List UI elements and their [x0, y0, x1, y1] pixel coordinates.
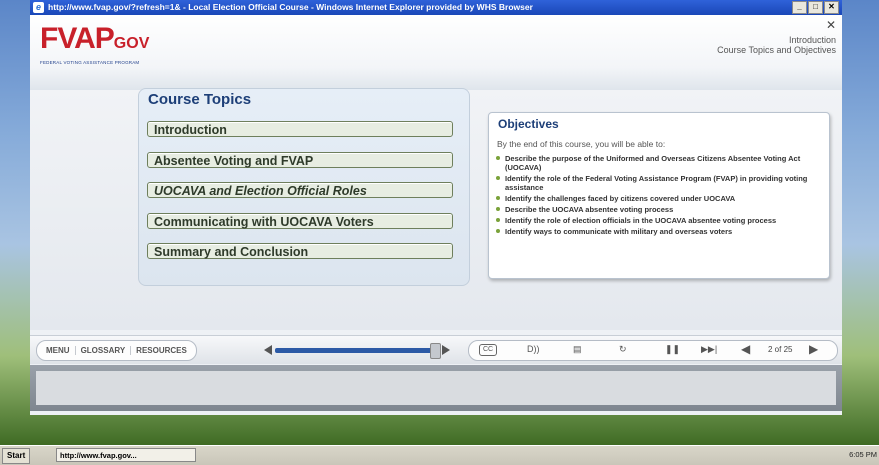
- section-subtitle: Course Topics and Objectives: [717, 45, 836, 55]
- transcript-icon[interactable]: ▤: [573, 344, 582, 355]
- objectives-heading: Objectives: [498, 117, 559, 131]
- objectives-panel: Objectives By the end of this course, yo…: [488, 112, 830, 279]
- close-window-button[interactable]: ✕: [824, 1, 839, 14]
- maximize-button[interactable]: □: [808, 1, 823, 14]
- previous-page-icon[interactable]: ◀: [741, 342, 750, 356]
- progress-handle[interactable]: [430, 343, 441, 359]
- course-header: FVAPGOV FEDERAL VOTING ASSISTANCE PROGRA…: [30, 15, 842, 90]
- audio-button[interactable]: D)): [527, 344, 540, 354]
- closed-caption-button[interactable]: CC: [479, 344, 498, 356]
- topic-absentee-voting[interactable]: Absentee Voting and FVAP: [147, 152, 453, 168]
- window-title: http://www.fvap.gov/?refresh=1& - Local …: [48, 2, 533, 12]
- bottom-panel: [30, 365, 842, 411]
- objective-item: Describe the UOCAVA absentee voting proc…: [495, 205, 823, 214]
- seek-back-icon[interactable]: [264, 345, 272, 355]
- objective-item: Identify the challenges faced by citizen…: [495, 194, 823, 203]
- window-titlebar: e http://www.fvap.gov/?refresh=1& - Local…: [30, 0, 842, 15]
- ie-icon: e: [33, 2, 44, 13]
- seek-forward-icon[interactable]: [442, 345, 450, 355]
- section-heading: Introduction Course Topics and Objective…: [717, 35, 836, 55]
- minimize-button[interactable]: _: [792, 1, 807, 14]
- page-indicator: 2 of 25: [768, 345, 793, 354]
- objective-item: Identify the role of election officials …: [495, 216, 823, 225]
- window-buttons: _ □ ✕: [792, 1, 839, 14]
- objective-item: Identify the role of the Federal Voting …: [495, 174, 823, 192]
- system-tray-clock: 6:05 PM: [849, 450, 877, 459]
- objectives-list: Describe the purpose of the Uniformed an…: [495, 154, 823, 238]
- replay-icon[interactable]: ↻: [619, 344, 627, 355]
- objective-item: Identify ways to communicate with milita…: [495, 227, 823, 236]
- skip-forward-icon[interactable]: ▶▶|: [701, 344, 717, 355]
- topic-communicating[interactable]: Communicating with UOCAVA Voters: [147, 213, 453, 229]
- course-topics-heading: Course Topics: [148, 91, 252, 108]
- topic-introduction[interactable]: Introduction: [147, 121, 453, 137]
- player-controls: MENU GLOSSARY RESOURCES CC D)) ▤ ↻ ❚❚ ▶▶…: [30, 335, 842, 364]
- pause-icon[interactable]: ❚❚: [665, 344, 680, 355]
- close-course-icon[interactable]: ✕: [826, 18, 836, 32]
- media-controls: CC D)) ▤ ↻ ❚❚ ▶▶| ◀ 2 of 25 ▶: [468, 340, 838, 361]
- start-button[interactable]: Start: [2, 448, 31, 464]
- section-title: Introduction: [788, 35, 836, 45]
- topic-summary[interactable]: Summary and Conclusion: [147, 243, 453, 259]
- objective-item: Describe the purpose of the Uniformed an…: [495, 154, 823, 172]
- resources-button[interactable]: RESOURCES: [131, 346, 192, 355]
- logo-mark: FVAP: [40, 22, 115, 55]
- caption-area: [36, 371, 836, 405]
- logo-subtitle: FEDERAL VOTING ASSISTANCE PROGRAM: [40, 60, 140, 65]
- glossary-button[interactable]: GLOSSARY: [76, 346, 132, 355]
- logo-gov: GOV: [113, 35, 150, 52]
- course-topics-panel: Course Topics Introduction Absentee Voti…: [138, 88, 470, 286]
- taskbar: Start http://www.fvap.gov... 6:05 PM: [0, 445, 879, 465]
- topic-uocava-roles[interactable]: UOCAVA and Election Official Roles: [147, 182, 453, 198]
- fvap-logo: FVAPGOV FEDERAL VOTING ASSISTANCE PROGRA…: [40, 22, 150, 66]
- content-stage: Course Topics Introduction Absentee Voti…: [30, 88, 842, 330]
- objectives-intro: By the end of this course, you will be a…: [497, 139, 666, 149]
- course-app: FVAPGOV FEDERAL VOTING ASSISTANCE PROGRA…: [30, 15, 842, 415]
- next-page-icon[interactable]: ▶: [809, 342, 818, 356]
- menu-button[interactable]: MENU: [41, 346, 76, 355]
- taskbar-item-browser[interactable]: http://www.fvap.gov...: [56, 448, 196, 462]
- progress-bar[interactable]: [275, 348, 435, 353]
- nav-buttons: MENU GLOSSARY RESOURCES: [36, 340, 197, 361]
